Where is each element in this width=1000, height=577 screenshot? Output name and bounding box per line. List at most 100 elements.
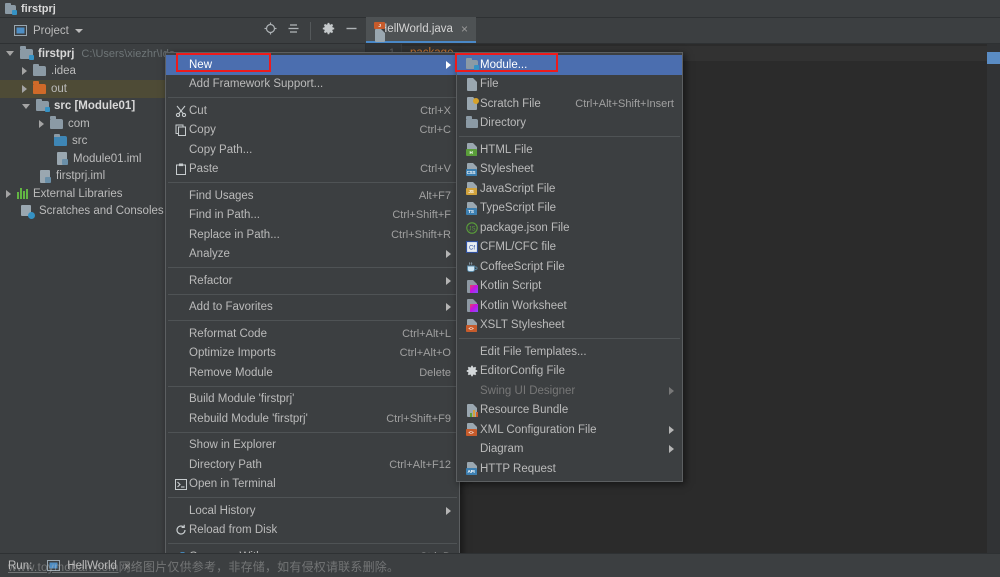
terminal-icon [172,478,189,490]
folder-icon [50,116,63,129]
menu-item-cut[interactable]: Cut Ctrl+X [166,101,459,121]
menu-item-replace-in-path[interactable]: Replace in Path... Ctrl+Shift+R [166,225,459,245]
menu-item-build-module[interactable]: Build Module 'firstprj' [166,390,459,410]
tree-label: firstprj [38,47,75,60]
menu-item-reload-from-disk[interactable]: Reload from Disk [166,521,459,541]
editor-tab-hellworld[interactable]: J HellWorld.java × [366,17,476,43]
menu-item-copy-path[interactable]: Copy Path... [166,140,459,160]
close-icon[interactable]: × [461,22,468,36]
javascript-file-icon: JS [463,182,480,196]
submenu-item-file[interactable]: File [457,75,682,95]
menu-item-directory-path[interactable]: Directory Path Ctrl+Alt+F12 [166,455,459,475]
tree-label: com [68,117,90,130]
submenu-item-xml-configuration-file[interactable]: <> XML Configuration File [457,420,682,440]
folder-icon [463,116,480,128]
menu-item-label: Add Framework Support... [189,78,324,91]
error-stripe-marker[interactable] [987,52,1000,64]
menu-item-refactor[interactable]: Refactor [166,271,459,291]
kotlin-icon [463,279,480,293]
cfml-icon: Cf [463,241,480,254]
submenu-item-cfml-cfc-file[interactable]: Cf CFML/CFC file [457,238,682,258]
menu-item-find-in-path[interactable]: Find in Path... Ctrl+Shift+F [166,206,459,226]
menu-item-paste[interactable]: Paste Ctrl+V [166,160,459,180]
submenu-item-kotlin-script[interactable]: Kotlin Script [457,277,682,297]
menu-item-optimize-imports[interactable]: Optimize Imports Ctrl+Alt+O [166,344,459,364]
submenu-item-editorconfig-file[interactable]: EditorConfig File [457,362,682,382]
chevron-right-icon [446,303,451,312]
menu-separator [168,97,457,98]
menu-separator [168,182,457,183]
submenu-item-label: File [480,78,499,91]
menu-item-add-framework-support[interactable]: Add Framework Support... [166,75,459,95]
chevron-down-icon[interactable] [6,51,14,57]
submenu-item-diagram[interactable]: Diagram [457,440,682,460]
submenu-item-label: Scratch File [480,97,541,110]
submenu-item-stylesheet[interactable]: CSS Stylesheet [457,160,682,180]
submenu-item-resource-bundle[interactable]: Resource Bundle [457,401,682,421]
submenu-item-edit-file-templates[interactable]: Edit File Templates... [457,342,682,362]
menu-item-copy[interactable]: Copy Ctrl+C [166,121,459,141]
svg-text:JS: JS [468,226,475,232]
menu-separator [168,543,457,544]
submenu-item-coffeescript-file[interactable]: CoffeeScript File [457,257,682,277]
menu-item-label: Paste [189,163,219,176]
chevron-right-icon [446,506,451,515]
submenu-item-label: HTTP Request [480,462,556,475]
collapse-all-icon[interactable] [287,22,300,40]
menu-item-find-usages[interactable]: Find Usages Alt+F7 [166,186,459,206]
scratches-icon [21,204,35,219]
project-panel-icon [14,25,27,36]
submenu-item-http-request[interactable]: API HTTP Request [457,459,682,479]
menu-item-reformat-code[interactable]: Reformat Code Ctrl+Alt+L [166,324,459,344]
submenu-item-module[interactable]: Module... [457,55,682,75]
chevron-right-icon[interactable] [22,84,27,93]
gear-icon [463,365,480,377]
submenu-item-xslt-stylesheet[interactable]: <> XSLT Stylesheet [457,316,682,336]
submenu-item-kotlin-worksheet[interactable]: Kotlin Worksheet [457,296,682,316]
tree-label: out [51,82,67,95]
menu-item-label: Copy Path... [189,143,253,156]
new-submenu[interactable]: Module... File Scratch File Ctrl+Alt+Shi… [456,52,683,482]
submenu-item-html-file[interactable]: H HTML File [457,140,682,160]
chevron-right-icon[interactable] [22,67,27,76]
menu-item-label: Directory Path [189,458,262,471]
submenu-item-javascript-file[interactable]: JS JavaScript File [457,179,682,199]
chevron-right-icon[interactable] [6,189,11,198]
editor-tab-label: HellWorld.java [379,23,453,35]
chevron-right-icon [446,250,451,259]
project-toolwindow-header: Project [0,18,366,44]
chevron-right-icon[interactable] [39,119,44,128]
submenu-item-directory[interactable]: Directory [457,114,682,134]
menu-item-rebuild-module[interactable]: Rebuild Module 'firstprj' Ctrl+Shift+F9 [166,409,459,429]
menu-item-shortcut: Delete [419,366,451,379]
cut-icon [172,105,189,117]
menu-item-analyze[interactable]: Analyze [166,245,459,265]
menu-item-shortcut: Ctrl+Alt+O [399,347,451,360]
tree-label: src [Module01] [54,100,136,113]
submenu-item-label: Resource Bundle [480,404,569,417]
settings-gear-icon[interactable] [310,21,335,40]
submenu-item-package-json-file[interactable]: JS package.json File [457,218,682,238]
hide-panel-icon[interactable] [345,22,358,40]
menu-item-add-to-favorites[interactable]: Add to Favorites [166,298,459,318]
project-context-menu[interactable]: New Add Framework Support... Cut Ctrl+X … [165,52,460,577]
submenu-item-label: CFML/CFC file [480,241,557,254]
menu-item-remove-module[interactable]: Remove Module Delete [166,363,459,383]
menu-item-new[interactable]: New [166,55,459,75]
npm-icon: JS [463,222,480,234]
error-stripe[interactable] [987,44,1000,553]
menu-item-local-history[interactable]: Local History [166,501,459,521]
menu-item-open-in-terminal[interactable]: Open in Terminal [166,475,459,495]
copy-icon [172,124,189,137]
chevron-down-icon[interactable] [74,28,83,33]
submenu-item-label: JavaScript File [480,182,556,195]
submenu-item-label: XSLT Stylesheet [480,319,565,332]
module-folder-icon [463,57,480,71]
submenu-item-scratch-file[interactable]: Scratch File Ctrl+Alt+Shift+Insert [457,94,682,114]
tree-label: src [72,135,88,148]
menu-item-label: Cut [189,104,207,117]
locate-icon[interactable] [264,22,277,40]
menu-item-show-in-explorer[interactable]: Show in Explorer [166,436,459,456]
chevron-down-icon[interactable] [22,103,30,109]
submenu-item-typescript-file[interactable]: TS TypeScript File [457,199,682,219]
